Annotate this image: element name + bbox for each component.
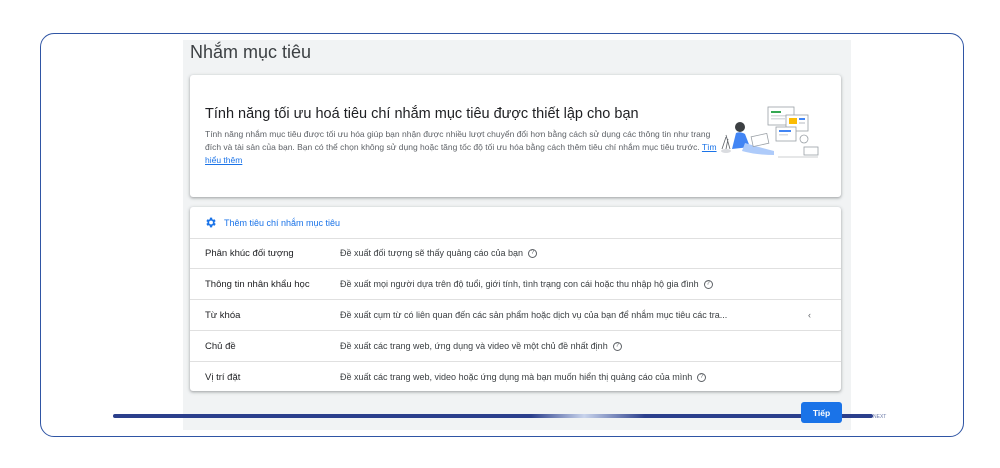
criteria-row-description: Đề xuất các trang web, ứng dụng và video…: [340, 341, 622, 351]
optimization-banner: Tính năng tối ưu hoá tiêu chí nhắm mục t…: [190, 75, 841, 197]
add-targeting-criteria-button[interactable]: Thêm tiêu chí nhắm mục tiêu: [190, 207, 841, 239]
add-targeting-criteria-label: Thêm tiêu chí nhắm mục tiêu: [224, 217, 341, 228]
criteria-row-keywords[interactable]: Từ khóa Đề xuất cụm từ có liên quan đến …: [190, 300, 841, 331]
help-icon[interactable]: ?: [703, 279, 713, 289]
criteria-row-name: Từ khóa: [205, 309, 241, 321]
next-button[interactable]: Tiếp: [801, 402, 842, 423]
criteria-row-audience-segments[interactable]: Phân khúc đối tượng Đề xuất đối tượng sẽ…: [190, 238, 841, 269]
video-progress-bar[interactable]: [113, 414, 873, 418]
person-with-laptop-illustration: [721, 106, 819, 158]
criteria-row-demographics[interactable]: Thông tin nhân khẩu học Đề xuất mọi ngườ…: [190, 269, 841, 300]
banner-description: Tính năng nhắm mục tiêu được tối ưu hóa …: [205, 128, 717, 167]
chevron-left-icon[interactable]: ‹: [808, 310, 811, 320]
criteria-row-description-text: Đề xuất đối tượng sẽ thấy quảng cáo của …: [340, 248, 524, 258]
criteria-row-description: Đề xuất mọi người dựa trên độ tuổi, giới…: [340, 279, 713, 289]
criteria-row-placements[interactable]: Vị trí đặt Đề xuất các trang web, video …: [190, 362, 841, 392]
progress-caption: NEXT: [873, 414, 887, 420]
targeting-criteria-list: Thêm tiêu chí nhắm mục tiêu Phân khúc đố…: [190, 207, 841, 391]
page-title: Nhắm mục tiêu: [190, 42, 312, 62]
help-icon[interactable]: ?: [612, 341, 622, 351]
criteria-row-description-text: Đề xuất mọi người dựa trên độ tuổi, giới…: [340, 279, 699, 289]
criteria-row-description-text: Đề xuất các trang web, ứng dụng và video…: [340, 341, 608, 351]
help-icon[interactable]: ?: [528, 248, 538, 258]
criteria-row-name: Phân khúc đối tượng: [205, 247, 294, 259]
criteria-row-name: Chủ đề: [205, 340, 236, 352]
gear-icon: [206, 217, 216, 228]
criteria-row-description: Đề xuất cụm từ có liên quan đến các sản …: [340, 310, 727, 320]
criteria-row-description: Đề xuất đối tượng sẽ thấy quảng cáo của …: [340, 248, 538, 258]
criteria-row-description-text: Đề xuất các trang web, video hoặc ứng dụ…: [340, 372, 693, 382]
banner-description-text: Tính năng nhắm mục tiêu được tối ưu hóa …: [205, 129, 711, 152]
criteria-row-topics[interactable]: Chủ đề Đề xuất các trang web, ứng dụng v…: [190, 331, 841, 362]
criteria-row-name: Thông tin nhân khẩu học: [205, 278, 310, 290]
help-icon[interactable]: ?: [697, 372, 707, 382]
banner-title: Tính năng tối ưu hoá tiêu chí nhắm mục t…: [205, 106, 639, 122]
criteria-row-name: Vị trí đặt: [205, 371, 241, 383]
criteria-row-description-text: Đề xuất cụm từ có liên quan đến các sản …: [340, 310, 728, 320]
criteria-row-description: Đề xuất các trang web, video hoặc ứng dụ…: [340, 372, 707, 382]
